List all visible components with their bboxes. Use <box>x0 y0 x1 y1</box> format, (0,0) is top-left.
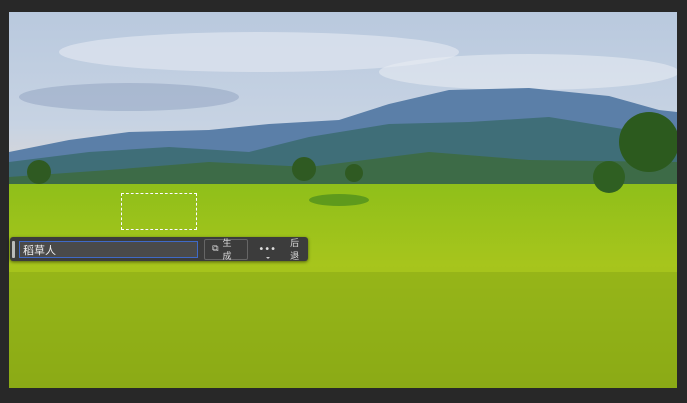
marquee-selection[interactable] <box>121 193 197 230</box>
prompt-input[interactable]: 稻草人 <box>18 240 199 258</box>
contextual-task-bar: 稻草人 ⧉ 生成 ••• 后退 <box>10 236 308 262</box>
generate-button[interactable]: ⧉ 生成 <box>204 238 249 262</box>
document-canvas[interactable] <box>9 12 677 388</box>
drag-handle[interactable] <box>12 240 15 258</box>
generate-label: 生成 <box>222 239 232 262</box>
more-options-button[interactable]: ••• <box>258 244 276 259</box>
landscape-image <box>9 32 677 388</box>
back-button[interactable]: 后退 <box>290 236 308 262</box>
generative-fill-icon: ⧉ <box>212 244 219 254</box>
